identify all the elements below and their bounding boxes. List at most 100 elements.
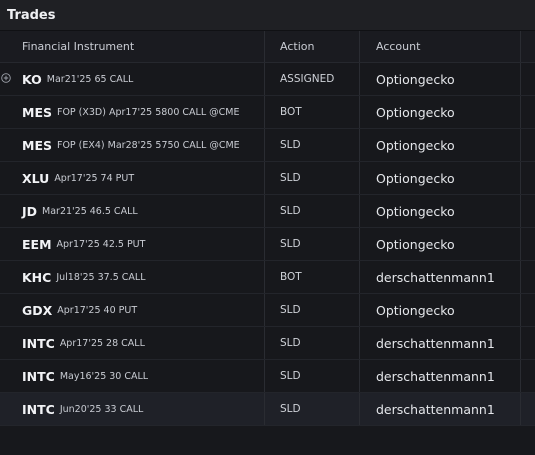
plus-circle-icon[interactable]	[1, 73, 11, 83]
table-row[interactable]: KO Mar21'25 65 CALL ASSIGNED Optiongecko	[0, 63, 535, 96]
instrument-detail: Jun20'25 33 CALL	[59, 403, 144, 415]
table-row[interactable]: JD Mar21'25 46.5 CALL SLD Optiongecko	[0, 195, 535, 228]
account-value: derschattenmann1	[376, 401, 495, 417]
instrument-cell[interactable]: MES FOP (X3D) Apr17'25 5800 CALL @CME	[0, 96, 264, 128]
action-value: BOT	[280, 271, 302, 283]
account-value: derschattenmann1	[376, 335, 495, 351]
instrument-symbol: GDX	[22, 302, 53, 318]
instrument-detail: Apr17'25 42.5 PUT	[56, 238, 146, 250]
instrument-detail: FOP (EX4) Mar28'25 5750 CALL @CME	[56, 139, 240, 151]
table-row[interactable]: INTC May16'25 30 CALL SLD derschattenmann1	[0, 360, 535, 393]
instrument-symbol: INTC	[22, 335, 55, 351]
instrument-cell[interactable]: INTC Apr17'25 28 CALL	[0, 327, 264, 359]
instrument-detail: Mar21'25 46.5 CALL	[42, 205, 138, 217]
action-value: SLD	[280, 238, 301, 250]
instrument-detail: May16'25 30 CALL	[59, 370, 149, 382]
instrument-detail: FOP (X3D) Apr17'25 5800 CALL @CME	[56, 106, 240, 118]
action-cell: SLD	[264, 129, 359, 161]
instrument-detail: Jul18'25 37.5 CALL	[56, 271, 146, 283]
action-value: BOT	[280, 106, 302, 118]
extra-cell	[520, 294, 535, 326]
account-value: Optiongecko	[376, 302, 455, 318]
extra-cell	[520, 393, 535, 425]
column-header-account[interactable]: Account	[359, 31, 520, 62]
account-cell: Optiongecko	[359, 129, 520, 161]
extra-cell	[520, 129, 535, 161]
column-header-extra	[520, 31, 535, 62]
action-value: SLD	[280, 403, 301, 415]
extra-cell	[520, 228, 535, 260]
account-value: Optiongecko	[376, 137, 455, 153]
action-cell: BOT	[264, 96, 359, 128]
table-header: Financial Instrument Action Account	[0, 31, 535, 63]
account-cell: derschattenmann1	[359, 360, 520, 392]
account-value: derschattenmann1	[376, 269, 495, 285]
instrument-symbol: KHC	[22, 269, 52, 285]
extra-cell	[520, 261, 535, 293]
action-cell: SLD	[264, 162, 359, 194]
account-value: Optiongecko	[376, 104, 455, 120]
instrument-cell[interactable]: INTC Jun20'25 33 CALL	[0, 393, 264, 425]
action-value: SLD	[280, 172, 301, 184]
instrument-cell[interactable]: XLU Apr17'25 74 PUT	[0, 162, 264, 194]
column-header-action[interactable]: Action	[264, 31, 359, 62]
action-cell: SLD	[264, 393, 359, 425]
extra-cell	[520, 96, 535, 128]
account-value: derschattenmann1	[376, 368, 495, 384]
instrument-cell[interactable]: KO Mar21'25 65 CALL	[0, 63, 264, 95]
account-cell: Optiongecko	[359, 162, 520, 194]
instrument-detail: Apr17'25 74 PUT	[54, 172, 135, 184]
account-value: Optiongecko	[376, 236, 455, 252]
table-row[interactable]: KHC Jul18'25 37.5 CALL BOT derschattenmann1	[0, 261, 535, 294]
instrument-symbol: MES	[22, 137, 52, 153]
action-value: SLD	[280, 304, 301, 316]
instrument-cell[interactable]: JD Mar21'25 46.5 CALL	[0, 195, 264, 227]
instrument-detail: Apr17'25 28 CALL	[59, 337, 145, 349]
table-row[interactable]: INTC Jun20'25 33 CALL SLD derschattenmann1	[0, 393, 535, 426]
action-value: SLD	[280, 139, 301, 151]
extra-cell	[520, 195, 535, 227]
table-row[interactable]: GDX Apr17'25 40 PUT SLD Optiongecko	[0, 294, 535, 327]
action-cell: SLD	[264, 195, 359, 227]
instrument-symbol: INTC	[22, 368, 55, 384]
extra-cell	[520, 63, 535, 95]
account-value: Optiongecko	[376, 203, 455, 219]
action-cell: SLD	[264, 327, 359, 359]
instrument-cell[interactable]: EEM Apr17'25 42.5 PUT	[0, 228, 264, 260]
account-cell: Optiongecko	[359, 294, 520, 326]
action-cell: SLD	[264, 360, 359, 392]
table-row[interactable]: EEM Apr17'25 42.5 PUT SLD Optiongecko	[0, 228, 535, 261]
extra-cell	[520, 327, 535, 359]
action-cell: SLD	[264, 228, 359, 260]
extra-cell	[520, 360, 535, 392]
instrument-cell[interactable]: KHC Jul18'25 37.5 CALL	[0, 261, 264, 293]
trades-table: Financial Instrument Action Account KO Ma…	[0, 31, 535, 426]
account-cell: Optiongecko	[359, 63, 520, 95]
account-cell: Optiongecko	[359, 228, 520, 260]
account-cell: Optiongecko	[359, 195, 520, 227]
account-cell: derschattenmann1	[359, 393, 520, 425]
table-row[interactable]: MES FOP (X3D) Apr17'25 5800 CALL @CME BOT O…	[0, 96, 535, 129]
account-cell: derschattenmann1	[359, 261, 520, 293]
instrument-symbol: MES	[22, 104, 52, 120]
instrument-symbol: JD	[22, 203, 38, 219]
table-row[interactable]: MES FOP (EX4) Mar28'25 5750 CALL @CME SLD O…	[0, 129, 535, 162]
account-cell: derschattenmann1	[359, 327, 520, 359]
panel-title: Trades	[0, 0, 535, 31]
instrument-symbol: XLU	[22, 170, 50, 186]
account-value: Optiongecko	[376, 71, 455, 87]
table-row[interactable]: XLU Apr17'25 74 PUT SLD Optiongecko	[0, 162, 535, 195]
account-value: Optiongecko	[376, 170, 455, 186]
column-header-instrument[interactable]: Financial Instrument	[0, 31, 264, 62]
action-value: ASSIGNED	[280, 73, 335, 85]
action-value: SLD	[280, 337, 301, 349]
account-cell: Optiongecko	[359, 96, 520, 128]
instrument-cell[interactable]: MES FOP (EX4) Mar28'25 5750 CALL @CME	[0, 129, 264, 161]
trades-panel: Trades Financial Instrument Action Accou…	[0, 0, 535, 455]
instrument-cell[interactable]: INTC May16'25 30 CALL	[0, 360, 264, 392]
instrument-cell[interactable]: GDX Apr17'25 40 PUT	[0, 294, 264, 326]
table-row[interactable]: INTC Apr17'25 28 CALL SLD derschattenmann1	[0, 327, 535, 360]
instrument-symbol: EEM	[22, 236, 52, 252]
instrument-symbol: KO	[22, 71, 42, 87]
instrument-detail: Mar21'25 65 CALL	[46, 73, 134, 85]
